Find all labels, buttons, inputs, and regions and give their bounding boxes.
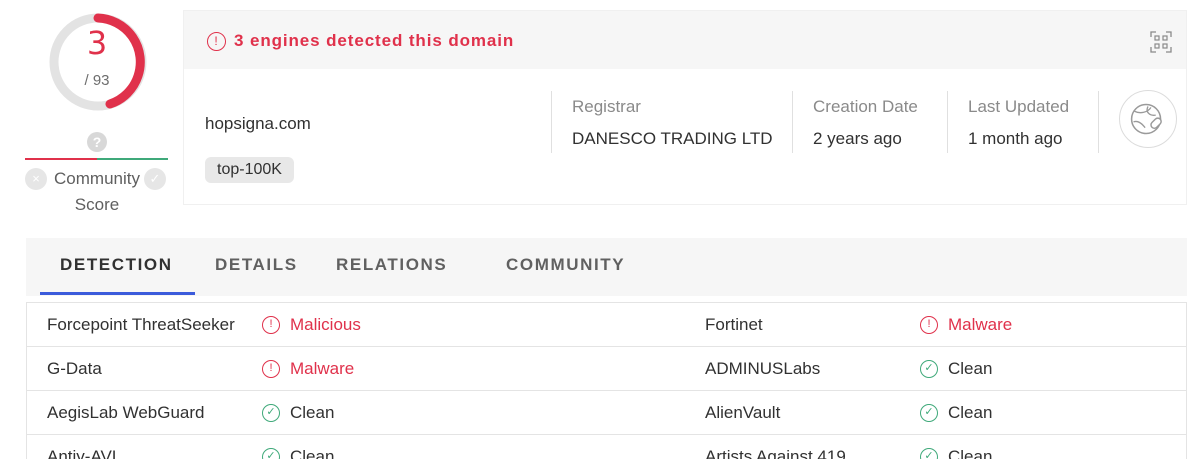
vote-harmless-button[interactable]: ✓ — [144, 168, 166, 190]
engine-total: / 93 — [84, 72, 110, 89]
table-row: Antiy-AVL ✓ Clean Artists Against 419 ✓ … — [27, 435, 1186, 459]
result-label: Malware — [290, 359, 355, 378]
engine-name: ADMINUSLabs — [705, 359, 821, 378]
detection-count: 3 — [86, 24, 108, 62]
alert-circle-icon: ! — [262, 316, 280, 334]
result-label: Malware — [948, 315, 1013, 334]
tab-relations[interactable]: RELATIONS — [336, 255, 447, 275]
engine-name: AlienVault — [705, 403, 781, 422]
summary-card: ! 3 engines detected this domain hopsign… — [183, 10, 1187, 205]
check-circle-icon: ✓ — [262, 448, 280, 459]
community-label: Community — [54, 169, 140, 188]
engine-result: ✓ Clean — [920, 359, 992, 379]
tab-detection[interactable]: DETECTION — [60, 255, 173, 275]
network-globe-icon[interactable] — [1119, 90, 1177, 148]
check-circle-icon: ✓ — [920, 404, 938, 422]
engine-name: Antiy-AVL — [47, 447, 122, 459]
result-label: Clean — [290, 403, 335, 422]
community-positive-bar — [97, 158, 168, 160]
table-row: AegisLab WebGuard ✓ Clean AlienVault ✓ C… — [27, 391, 1186, 435]
registrar-column: Registrar DANESCO TRADING LTD — [551, 91, 792, 153]
engine-result: ✓ Clean — [920, 403, 992, 423]
domain-name[interactable]: hopsigna.com — [205, 114, 311, 134]
engine-result: ✓ Clean — [262, 447, 334, 459]
engine-name: Fortinet — [705, 315, 763, 334]
result-label: Malicious — [290, 315, 361, 334]
check-circle-icon: ✓ — [920, 448, 938, 459]
domain-tag[interactable]: top-100K — [205, 157, 294, 183]
creation-date-value: 2 years ago — [813, 129, 902, 148]
alert-text: 3 engines detected this domain — [234, 31, 515, 50]
alert-icon: ! — [207, 31, 226, 51]
engine-result: ! Malware — [262, 359, 354, 379]
last-updated-value: 1 month ago — [968, 129, 1063, 148]
summary-header: ! 3 engines detected this domain — [184, 11, 1186, 69]
result-label: Clean — [948, 359, 993, 378]
vote-harmful-button[interactable]: × — [25, 168, 47, 190]
detection-score-widget: 3 / 93 ? Community Score × ✓ — [24, 0, 170, 230]
tab-community[interactable]: COMMUNITY — [506, 255, 625, 275]
engine-result: ! Malware — [920, 315, 1012, 335]
creation-date-label: Creation Date — [813, 97, 918, 116]
result-label: Clean — [948, 403, 993, 422]
last-updated-column: Last Updated 1 month ago — [947, 91, 1098, 153]
registrar-label: Registrar — [572, 97, 641, 116]
last-updated-label: Last Updated — [968, 97, 1070, 116]
engine-name: AegisLab WebGuard — [47, 403, 205, 422]
engine-name: Artists Against 419 — [705, 447, 846, 459]
result-label: Clean — [948, 447, 993, 459]
score-label: Score — [74, 195, 120, 214]
engine-result: ! Malicious — [262, 315, 361, 335]
alert-circle-icon: ! — [920, 316, 938, 334]
table-row: Forcepoint ThreatSeeker ! Malicious Fort… — [27, 303, 1186, 347]
engine-name: Forcepoint ThreatSeeker — [47, 315, 235, 334]
detection-alert: ! 3 engines detected this domain — [207, 31, 514, 51]
result-label: Clean — [290, 447, 335, 459]
detection-table: Forcepoint ThreatSeeker ! Malicious Fort… — [26, 302, 1187, 459]
table-row: G-Data ! Malware ADMINUSLabs ✓ Clean — [27, 347, 1186, 391]
alert-circle-icon: ! — [262, 360, 280, 378]
engine-result: ✓ Clean — [262, 403, 334, 423]
question-icon[interactable]: ? — [87, 132, 107, 152]
meta-divider — [1098, 91, 1099, 153]
community-negative-bar — [25, 158, 97, 160]
engine-result: ✓ Clean — [920, 447, 992, 459]
active-tab-indicator — [40, 292, 195, 295]
registrar-value: DANESCO TRADING LTD — [572, 129, 773, 148]
creation-date-column: Creation Date 2 years ago — [792, 91, 947, 153]
check-circle-icon: ✓ — [262, 404, 280, 422]
qr-code-icon[interactable] — [1150, 31, 1172, 53]
tab-details[interactable]: DETAILS — [215, 255, 298, 275]
check-circle-icon: ✓ — [920, 360, 938, 378]
tab-bar: DETECTION DETAILS RELATIONS COMMUNITY — [26, 238, 1187, 296]
engine-name: G-Data — [47, 359, 102, 378]
